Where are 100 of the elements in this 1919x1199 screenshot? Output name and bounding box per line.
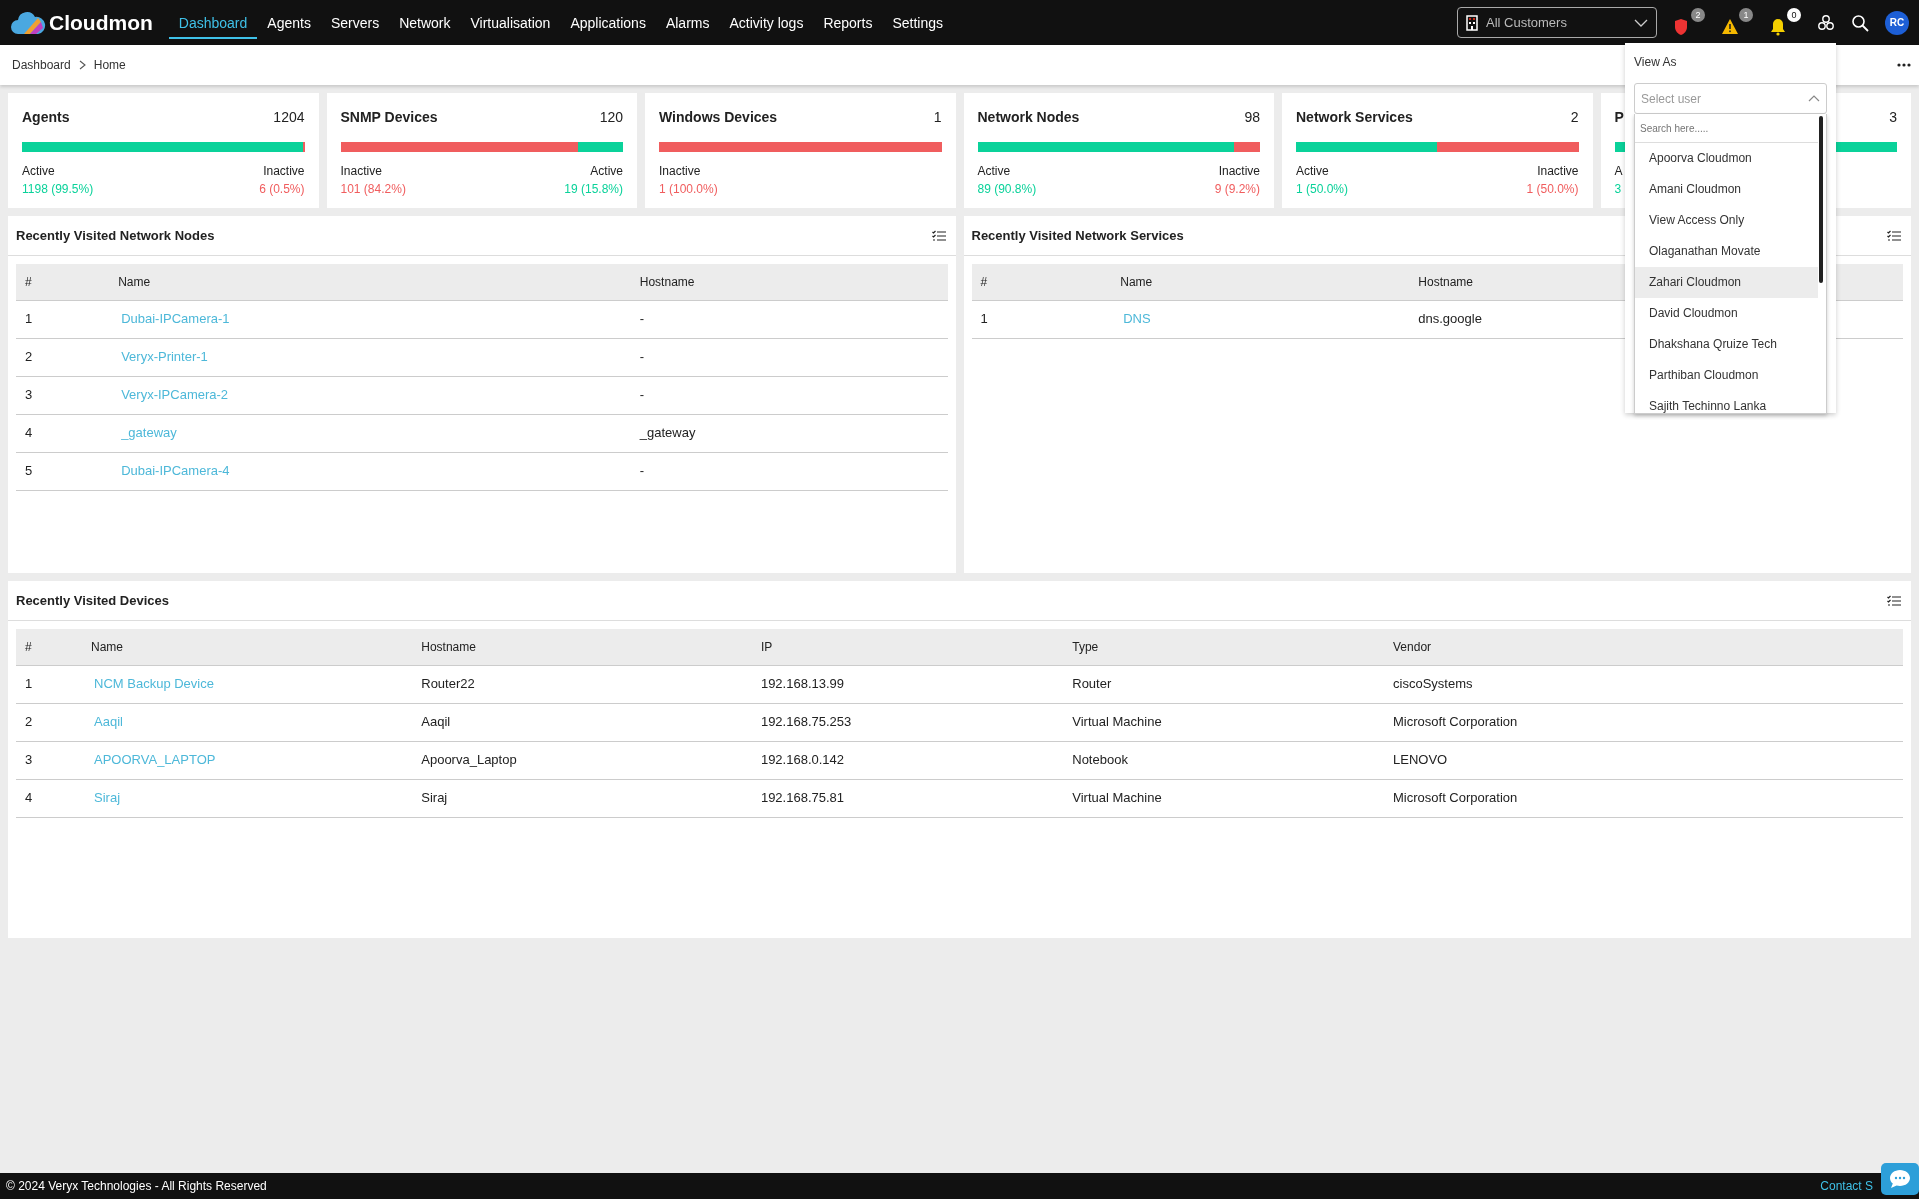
count-badge: 0 (1787, 7, 1801, 22)
table-cell: - (630, 376, 948, 414)
nav-tab[interactable]: Applications (560, 6, 656, 39)
card-count: 1204 (273, 108, 305, 127)
list-icon[interactable] (1887, 594, 1901, 607)
card-title: Windows Devices (659, 108, 778, 127)
more-icon[interactable] (1897, 63, 1911, 67)
table-cell: Aaqil (412, 703, 752, 741)
chat-button[interactable] (1881, 1163, 1919, 1195)
user-option[interactable]: David Cloudmon (1635, 298, 1818, 329)
table-cell: ciscoSystems (1384, 665, 1903, 703)
nav-tab[interactable]: Alarms (655, 6, 720, 39)
user-avatar[interactable]: RC (1885, 10, 1909, 35)
view-as-label: View As (1634, 54, 1678, 71)
table-cell: Router22 (412, 665, 752, 703)
cluster-icon[interactable] (1817, 13, 1835, 32)
table-cell: 2 (16, 338, 110, 376)
nav-tab[interactable]: Settings (882, 6, 953, 39)
user-option[interactable]: Olaganathan Movate (1635, 236, 1818, 267)
list-icon[interactable] (1887, 229, 1901, 242)
brand-name: Cloudmon (49, 9, 153, 36)
table-cell: Microsoft Corporation (1384, 703, 1903, 741)
stat-label: A (1614, 163, 1623, 180)
alert-button[interactable]: 1 (1721, 7, 1753, 38)
column-header: IP (751, 629, 1064, 665)
stat-value: 9 (9.2%) (1214, 181, 1260, 198)
table-cell: 5 (16, 452, 110, 490)
table-cell: Apoorva_Laptop (412, 741, 752, 779)
chevron-up-icon (1808, 95, 1820, 102)
stat-value: 3 (1614, 181, 1623, 198)
card-count: 120 (599, 108, 623, 127)
table-cell: 1 (16, 665, 83, 703)
table-cell: 192.168.75.81 (751, 779, 1064, 817)
nav-tab[interactable]: Activity logs (719, 6, 814, 39)
list-icon[interactable] (931, 229, 946, 242)
table-cell: 192.168.0.142 (751, 741, 1064, 779)
user-option[interactable]: Amani Cloudmon (1635, 174, 1818, 205)
user-option[interactable]: Zahari Cloudmon (1635, 267, 1818, 298)
card-title: SNMP Devices (340, 108, 438, 127)
search-field[interactable]: Search here..... (1635, 114, 1818, 143)
table-cell: Virtual Machine (1063, 703, 1385, 741)
nav-tab[interactable]: Reports (813, 6, 883, 39)
stat-label: Inactive (1536, 163, 1579, 180)
alert-button[interactable]: 0 (1769, 7, 1801, 38)
stat-value: 101 (84.2%) (340, 181, 406, 198)
stat-value: 1 (100.0%) (659, 181, 718, 198)
stat-value: 19 (15.8%) (564, 181, 623, 198)
panel-title: Recently Visited Devices (16, 591, 169, 610)
card-count: 2 (1570, 108, 1579, 127)
copyright-text: © 2024 Veryx Technologies - All Rights Reserved (6, 1178, 267, 1195)
nav-tab[interactable]: Dashboard (168, 6, 258, 39)
search-icon[interactable] (1851, 13, 1869, 32)
column-header: Hostname (630, 264, 948, 300)
stat-value: 1198 (99.5%) (22, 181, 94, 198)
nav-tab[interactable]: Network (389, 6, 461, 39)
chevron-down-icon (1634, 18, 1648, 27)
table-cell: Virtual Machine (1063, 779, 1385, 817)
card-title: Network Services (1296, 108, 1413, 127)
column-header: Hostname (412, 629, 752, 665)
chevron-right-icon (78, 60, 86, 70)
customer-select[interactable]: All Customers (1457, 7, 1657, 38)
cloud-logo-icon (10, 9, 46, 36)
alert-button[interactable]: 2 (1673, 7, 1705, 38)
table-cell: - (630, 338, 948, 376)
table-cell: Microsoft Corporation (1384, 779, 1903, 817)
nav-tab[interactable]: Agents (257, 6, 321, 39)
table-cell: 3 (16, 741, 83, 779)
table-cell: - (630, 452, 948, 490)
stat-label: Inactive (1217, 163, 1260, 180)
user-option[interactable]: Parthiban Cloudmon (1635, 360, 1818, 391)
stat-label: Inactive (262, 163, 305, 180)
nav-tab[interactable]: Virtualisation (460, 6, 561, 39)
contact-link[interactable]: Contact S (1820, 1177, 1873, 1195)
table-cell: 4 (16, 414, 110, 452)
column-header: Vendor (1384, 629, 1903, 665)
warning-icon (1721, 17, 1739, 36)
column-header: Name (1111, 264, 1410, 300)
table-cell: _gateway (630, 414, 948, 452)
breadcrumb-item: Home (92, 57, 127, 74)
column-header: Name (109, 264, 631, 300)
scrollbar[interactable] (1819, 116, 1823, 283)
card-title: P (1614, 108, 1624, 127)
user-option[interactable]: View Access Only (1635, 205, 1818, 236)
table-cell: Siraj (412, 779, 752, 817)
stat-label: Active (977, 163, 1012, 180)
panel-title: Recently Visited Network Nodes (16, 226, 215, 245)
panel-title: Recently Visited Network Services (971, 226, 1184, 245)
stat-label: Inactive (659, 163, 702, 180)
user-option[interactable]: Apoorva Cloudmon (1635, 143, 1818, 174)
card-count: 1 (933, 108, 942, 127)
count-badge: 2 (1691, 7, 1705, 22)
stat-value: 6 (0.5%) (259, 181, 305, 198)
card-count: 98 (1244, 108, 1260, 127)
column-header: Type (1063, 629, 1385, 665)
stat-label: Active (1296, 163, 1330, 180)
nav-tab[interactable]: Servers (320, 6, 390, 39)
breadcrumb-item[interactable]: Dashboard (8, 56, 75, 74)
user-option[interactable]: Sajith Techinno Lanka (1635, 391, 1818, 413)
table-cell: 2 (16, 703, 83, 741)
column-header: # (16, 629, 83, 665)
